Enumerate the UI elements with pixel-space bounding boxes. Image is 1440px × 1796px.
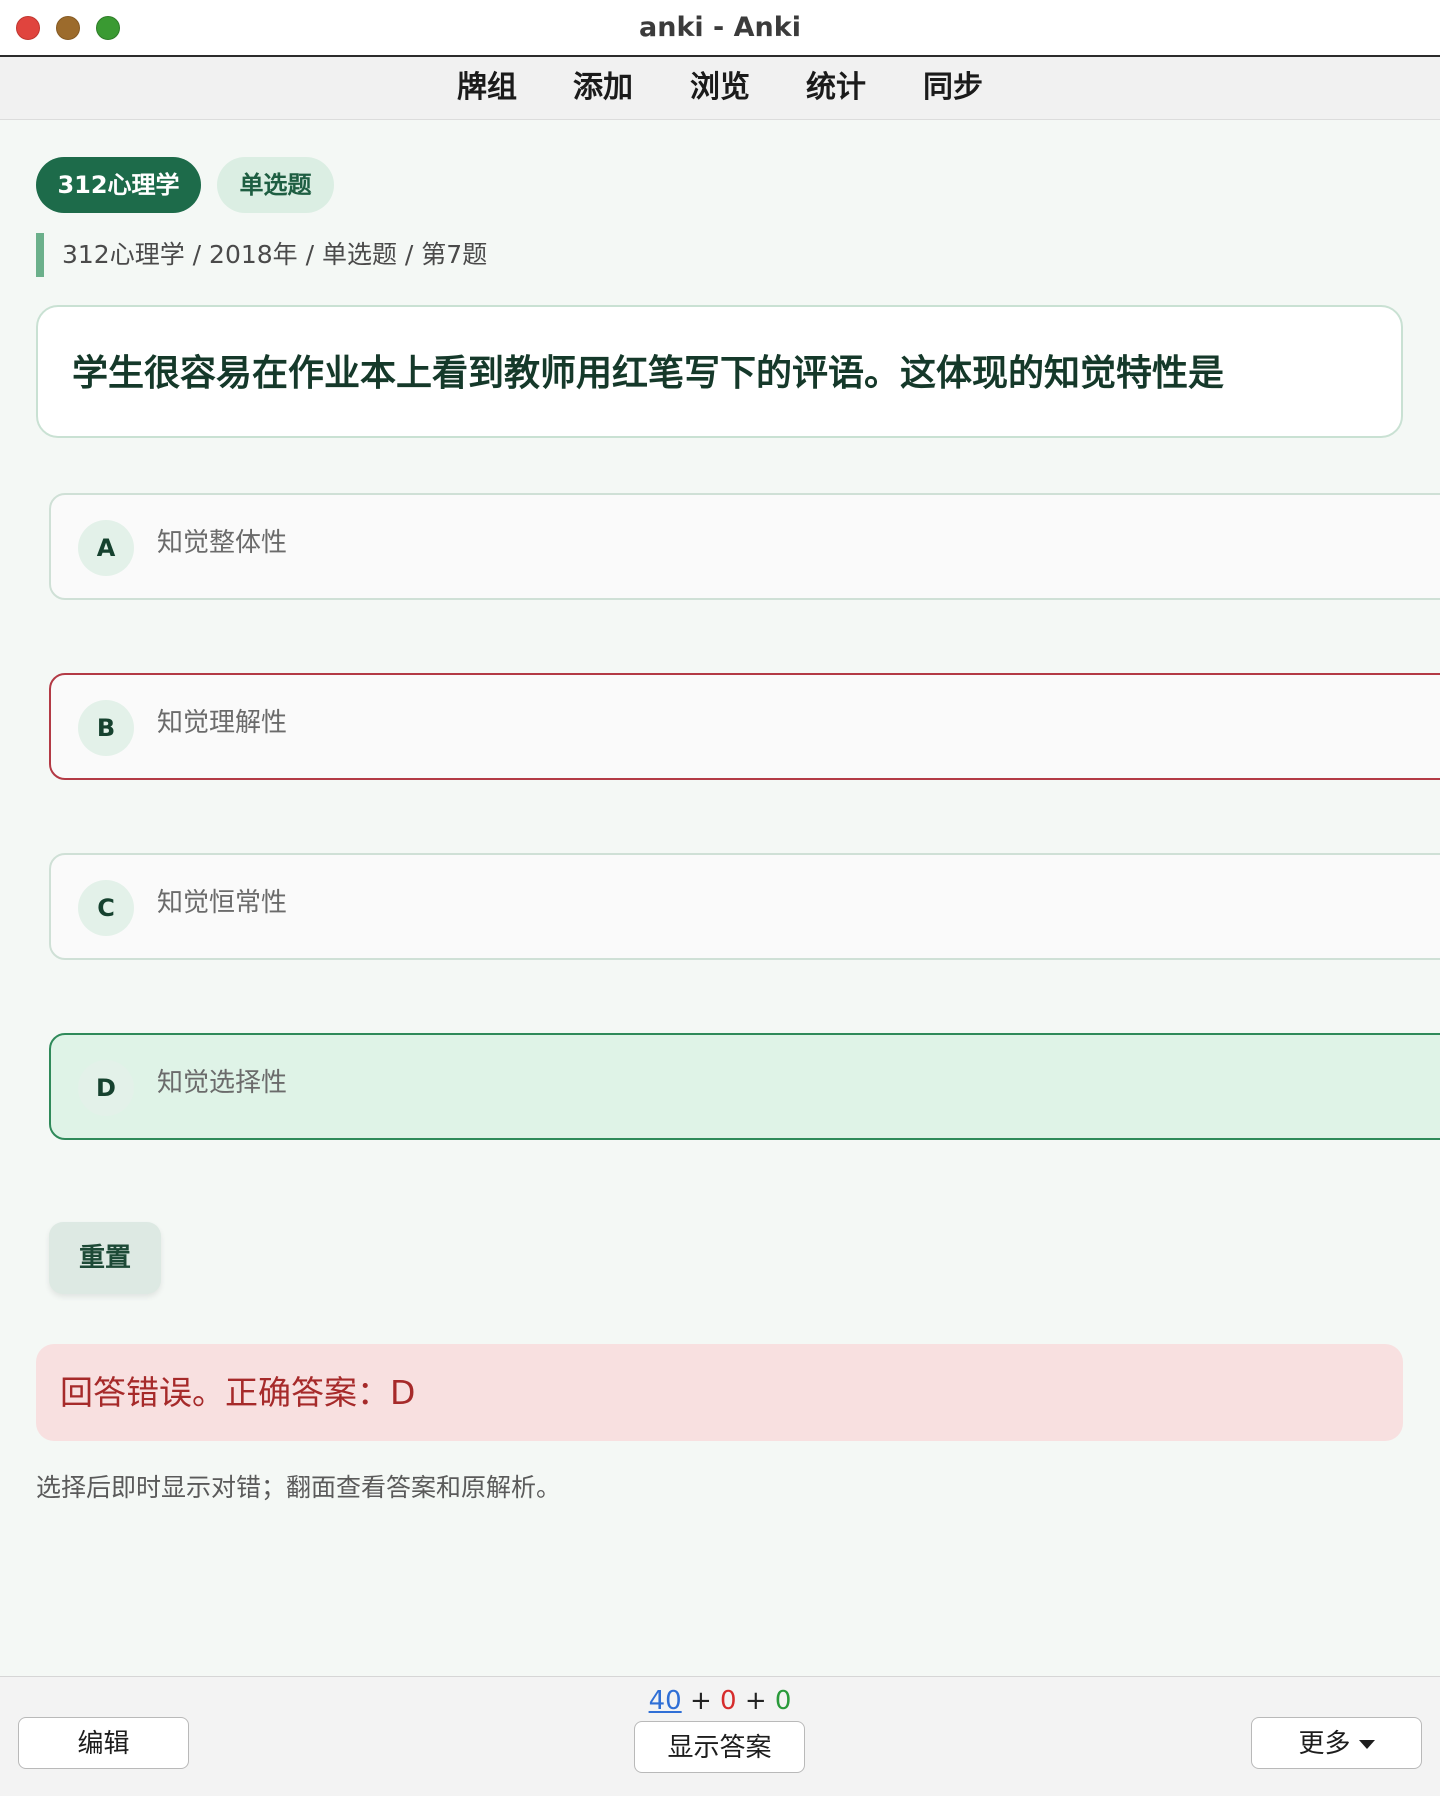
count-separator: + — [689, 1686, 712, 1716]
learn-count: 0 — [720, 1686, 737, 1716]
question-box: 学生很容易在作业本上看到教师用红笔写下的评语。这体现的知觉特性是 — [36, 305, 1403, 438]
question-text: 学生很容易在作业本上看到教师用红笔写下的评语。这体现的知觉特性是 — [72, 353, 1225, 394]
option-letter: D — [78, 1060, 134, 1116]
option-text: 知觉选择性 — [157, 1068, 288, 1098]
bottom-bar: 40 + 0 + 0 编辑 显示答案 更多 — [0, 1676, 1440, 1796]
breadcrumb: 312心理学 / 2018年 / 单选题 / 第7题 — [62, 240, 488, 269]
window-title: anki - Anki — [639, 12, 801, 43]
reset-button[interactable]: 重置 — [49, 1222, 161, 1294]
option-d[interactable]: D 知觉选择性 — [49, 1033, 1440, 1140]
toolbar-browse[interactable]: 浏览 — [690, 57, 750, 119]
feedback-banner: 回答错误。正确答案：D — [36, 1344, 1403, 1441]
option-a[interactable]: A 知觉整体性 — [49, 493, 1440, 600]
hint-text: 选择后即时显示对错；翻面查看答案和原解析。 — [36, 1473, 562, 1502]
toolbar-stats[interactable]: 统计 — [806, 57, 866, 119]
new-count[interactable]: 40 — [649, 1686, 682, 1716]
title-bar: anki - Anki — [0, 0, 1440, 57]
breadcrumb-accent — [36, 233, 44, 277]
more-button[interactable]: 更多 — [1251, 1717, 1422, 1769]
review-count: 0 — [774, 1686, 792, 1716]
due-counts: 40 + 0 + 0 — [0, 1683, 1440, 1719]
option-letter: C — [78, 880, 134, 936]
option-b[interactable]: B 知觉理解性 — [49, 673, 1440, 780]
edit-button[interactable]: 编辑 — [18, 1717, 189, 1769]
more-label: 更多 — [1298, 1729, 1351, 1759]
anki-window: anki - Anki 牌组 添加 浏览 统计 同步 312心理学 单选题 31… — [0, 0, 1440, 1796]
option-letter: B — [78, 700, 134, 756]
count-separator: + — [744, 1686, 767, 1716]
caret-down-icon — [1358, 1740, 1375, 1749]
option-letter: A — [78, 520, 134, 576]
question-type-tag: 单选题 — [217, 157, 334, 213]
toolbar-add[interactable]: 添加 — [573, 57, 633, 119]
deck-tag: 312心理学 — [36, 157, 201, 213]
toolbar-decks[interactable]: 牌组 — [457, 57, 517, 119]
option-text: 知觉恒常性 — [157, 888, 288, 918]
main-toolbar: 牌组 添加 浏览 统计 同步 — [0, 57, 1440, 120]
option-c[interactable]: C 知觉恒常性 — [49, 853, 1440, 960]
option-text: 知觉理解性 — [157, 708, 288, 738]
feedback-text: 回答错误。正确答案：D — [60, 1373, 416, 1412]
show-answer-button[interactable]: 显示答案 — [634, 1721, 805, 1773]
toolbar-sync[interactable]: 同步 — [923, 57, 983, 119]
option-text: 知觉整体性 — [157, 528, 288, 558]
